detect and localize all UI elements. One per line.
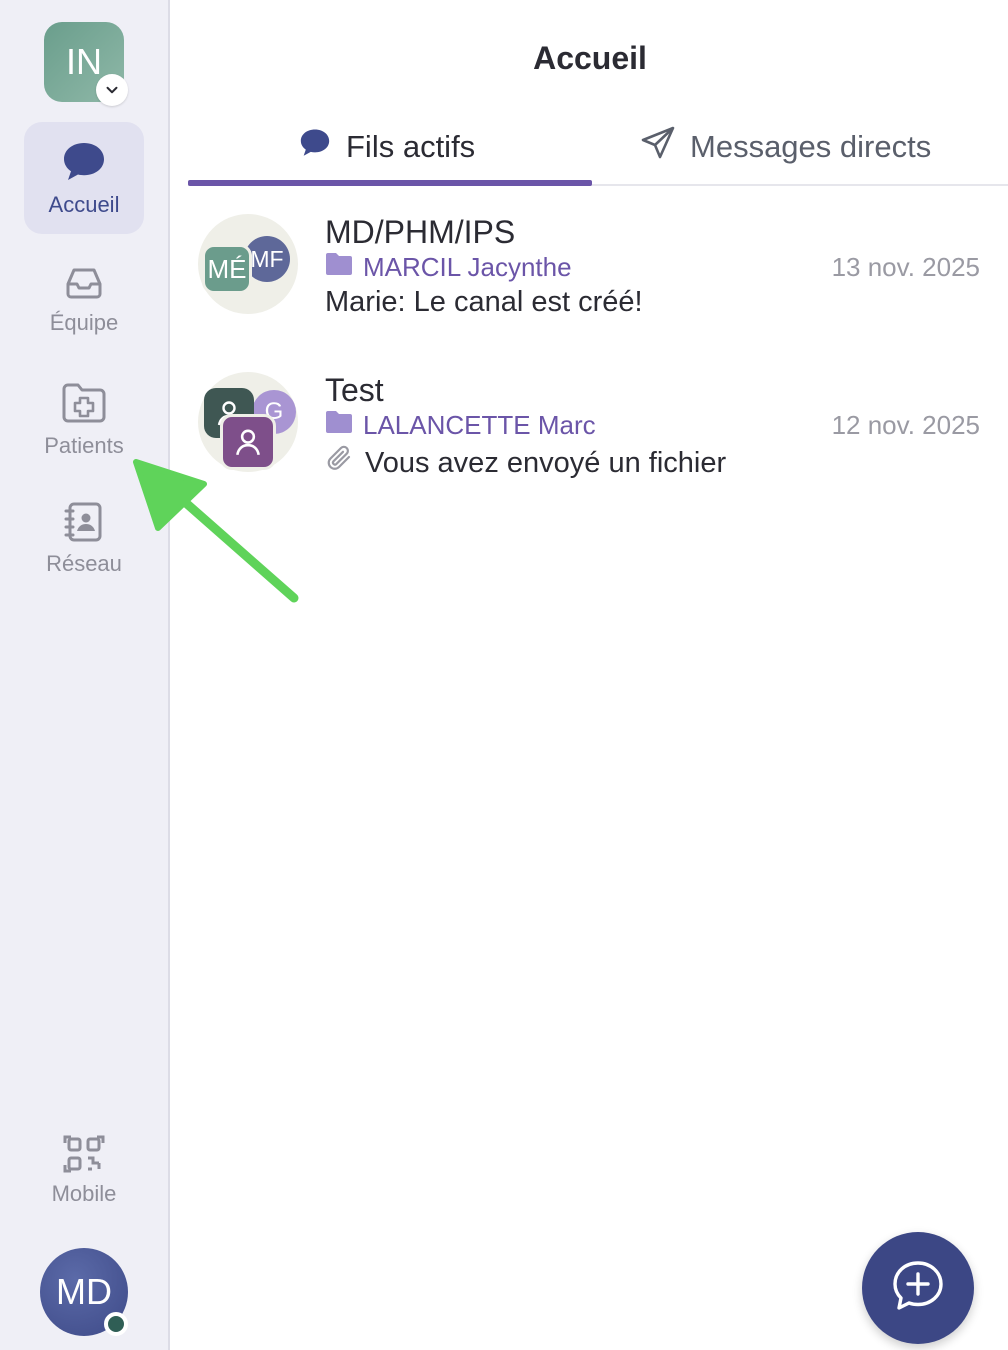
thread-date: 13 nov. 2025 xyxy=(831,252,980,282)
participant-avatar: MÉ xyxy=(202,244,252,294)
thread-avatar-group: MF MÉ xyxy=(198,214,298,314)
tab-bar: Fils actifs Messages directs xyxy=(188,110,1008,186)
user-initials: MD xyxy=(56,1271,112,1312)
person-icon xyxy=(220,414,276,470)
org-initials: IN xyxy=(66,41,102,82)
sidebar-item-equipe[interactable]: Équipe xyxy=(24,242,144,354)
thread-title: MD/PHM/IPS xyxy=(325,214,516,250)
preview-text: Marie: Le canal est créé! xyxy=(325,286,643,318)
chat-plus-icon xyxy=(889,1257,947,1320)
participant-initials: MÉ xyxy=(207,253,247,284)
contacts-book-icon xyxy=(61,499,107,545)
tab-fils-actifs[interactable]: Fils actifs xyxy=(298,110,475,184)
chat-bubble-icon xyxy=(60,138,108,186)
active-tab-indicator xyxy=(188,180,592,186)
folder-plus-icon xyxy=(59,377,109,427)
mobile-label: Mobile xyxy=(51,1181,117,1206)
sidebar-item-label: Équipe xyxy=(49,310,119,335)
new-conversation-button[interactable] xyxy=(862,1232,974,1344)
mobile-button[interactable]: Mobile xyxy=(24,1120,144,1220)
tab-label: Fils actifs xyxy=(346,129,476,164)
tab-messages-directs[interactable]: Messages directs xyxy=(640,110,931,184)
thread-avatar-group: G xyxy=(198,372,298,472)
sidebar-item-reseau[interactable]: Réseau xyxy=(24,482,144,594)
sidebar-item-label: Accueil xyxy=(48,192,120,217)
thread-title: Test xyxy=(325,372,384,408)
paperclip-icon xyxy=(325,444,355,482)
folder-icon xyxy=(325,252,353,283)
presence-status-indicator xyxy=(104,1312,128,1336)
inbox-icon xyxy=(62,260,106,304)
patient-name: MARCIL Jacynthe xyxy=(363,251,572,282)
participant-initials: MF xyxy=(250,245,284,272)
page-title: Accueil xyxy=(533,40,647,76)
thread-preview: Marie: Le canal est créé! xyxy=(325,286,643,319)
thread-preview: Vous avez envoyé un fichier xyxy=(325,444,726,482)
thread-date: 12 nov. 2025 xyxy=(831,410,980,440)
tab-label: Messages directs xyxy=(690,129,932,164)
folder-icon xyxy=(325,410,353,441)
preview-text: Vous avez envoyé un fichier xyxy=(365,446,727,479)
sidebar: IN Accueil Équipe Patients Réseau Mobile xyxy=(0,0,170,1350)
send-icon xyxy=(640,125,676,169)
thread-item[interactable]: G Test LALANCETTE Marc 12 nov. 2025 Vous… xyxy=(188,372,1008,502)
patient-name: LALANCETTE Marc xyxy=(363,409,596,440)
thread-patient-link[interactable]: LALANCETTE Marc xyxy=(325,410,596,440)
qr-code-icon xyxy=(63,1133,105,1175)
chevron-down-icon[interactable] xyxy=(96,74,128,106)
sidebar-item-label: Patients xyxy=(44,433,124,458)
sidebar-item-label: Réseau xyxy=(46,551,122,576)
sidebar-item-patients[interactable]: Patients xyxy=(24,362,144,474)
thread-patient-link[interactable]: MARCIL Jacynthe xyxy=(325,252,572,282)
chat-bubble-icon xyxy=(298,126,332,168)
thread-item[interactable]: MF MÉ MD/PHM/IPS MARCIL Jacynthe 13 nov.… xyxy=(188,214,1008,344)
sidebar-item-accueil[interactable]: Accueil xyxy=(24,122,144,234)
